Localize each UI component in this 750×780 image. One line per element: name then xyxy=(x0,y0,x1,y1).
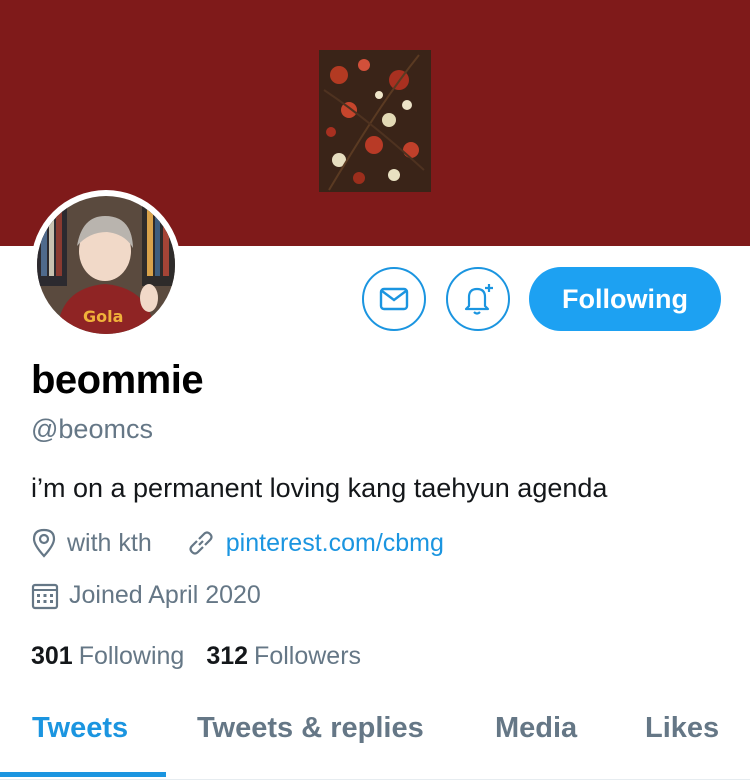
profile-meta-row: with kth pinterest.com/cbmg xyxy=(31,528,478,558)
followers-label: Followers xyxy=(254,642,362,670)
tab-tweets[interactable]: Tweets xyxy=(32,712,128,745)
following-button[interactable]: Following xyxy=(529,267,721,331)
profile-avatar[interactable]: Gola xyxy=(31,190,181,340)
followers-stat[interactable]: 312 Followers xyxy=(206,642,361,671)
joined-text: Joined April 2020 xyxy=(69,581,261,609)
location-text: with kth xyxy=(67,528,152,557)
notification-button[interactable] xyxy=(446,267,510,331)
message-button[interactable] xyxy=(362,267,426,331)
followers-count: 312 xyxy=(206,642,249,670)
tab-media[interactable]: Media xyxy=(495,712,577,745)
link-icon xyxy=(189,531,213,555)
following-count: 301 xyxy=(31,642,73,670)
joined-item: Joined April 2020 xyxy=(31,581,261,610)
calendar-icon xyxy=(31,583,59,609)
website-link[interactable]: pinterest.com/cbmg xyxy=(226,529,444,558)
user-handle: @beomcs xyxy=(31,414,153,444)
tab-tweets-replies[interactable]: Tweets & replies xyxy=(197,712,424,745)
website-item[interactable]: pinterest.com/cbmg xyxy=(186,528,444,558)
following-stat[interactable]: 301 Following xyxy=(31,642,184,671)
location-pin-icon xyxy=(32,528,56,558)
following-label: Following xyxy=(78,642,185,670)
profile-bio: i’m on a permanent loving kang taehyun a… xyxy=(31,473,608,503)
display-name: beommie xyxy=(31,358,204,402)
avatar-shirt-text: Gola xyxy=(83,307,123,326)
location-item: with kth xyxy=(31,528,152,558)
bell-plus-icon xyxy=(464,284,493,315)
envelope-icon xyxy=(379,287,409,311)
tab-likes[interactable]: Likes xyxy=(645,712,719,745)
follow-stats: 301 Following 312 Followers xyxy=(31,642,383,671)
active-tab-indicator xyxy=(0,772,166,777)
joined-row: Joined April 2020 xyxy=(31,581,295,610)
profile-tabs: Tweets Tweets & replies Media Likes xyxy=(0,700,750,780)
banner-artwork xyxy=(319,50,431,192)
